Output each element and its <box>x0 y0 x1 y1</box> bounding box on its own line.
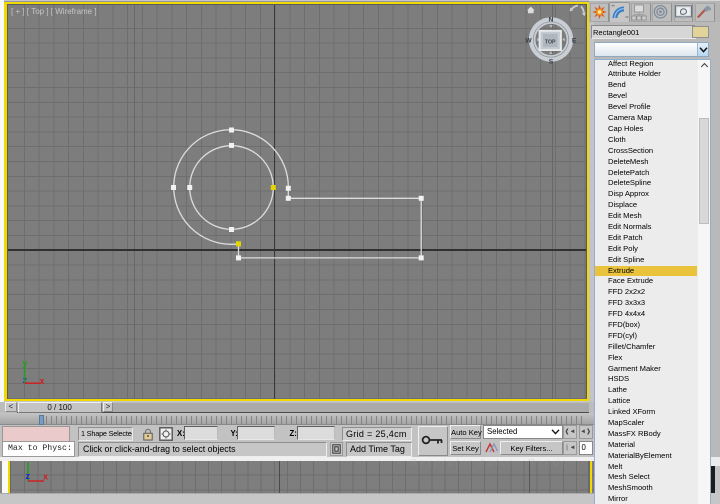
svg-text:x: x <box>40 376 45 386</box>
svg-text:E: E <box>572 38 577 45</box>
svg-text:W: W <box>525 38 532 45</box>
svg-text:z: z <box>26 471 31 481</box>
svg-text:N: N <box>549 17 554 24</box>
svg-text:x: x <box>43 472 48 482</box>
svg-text:S: S <box>549 58 554 65</box>
svg-text:TOP: TOP <box>545 39 556 45</box>
